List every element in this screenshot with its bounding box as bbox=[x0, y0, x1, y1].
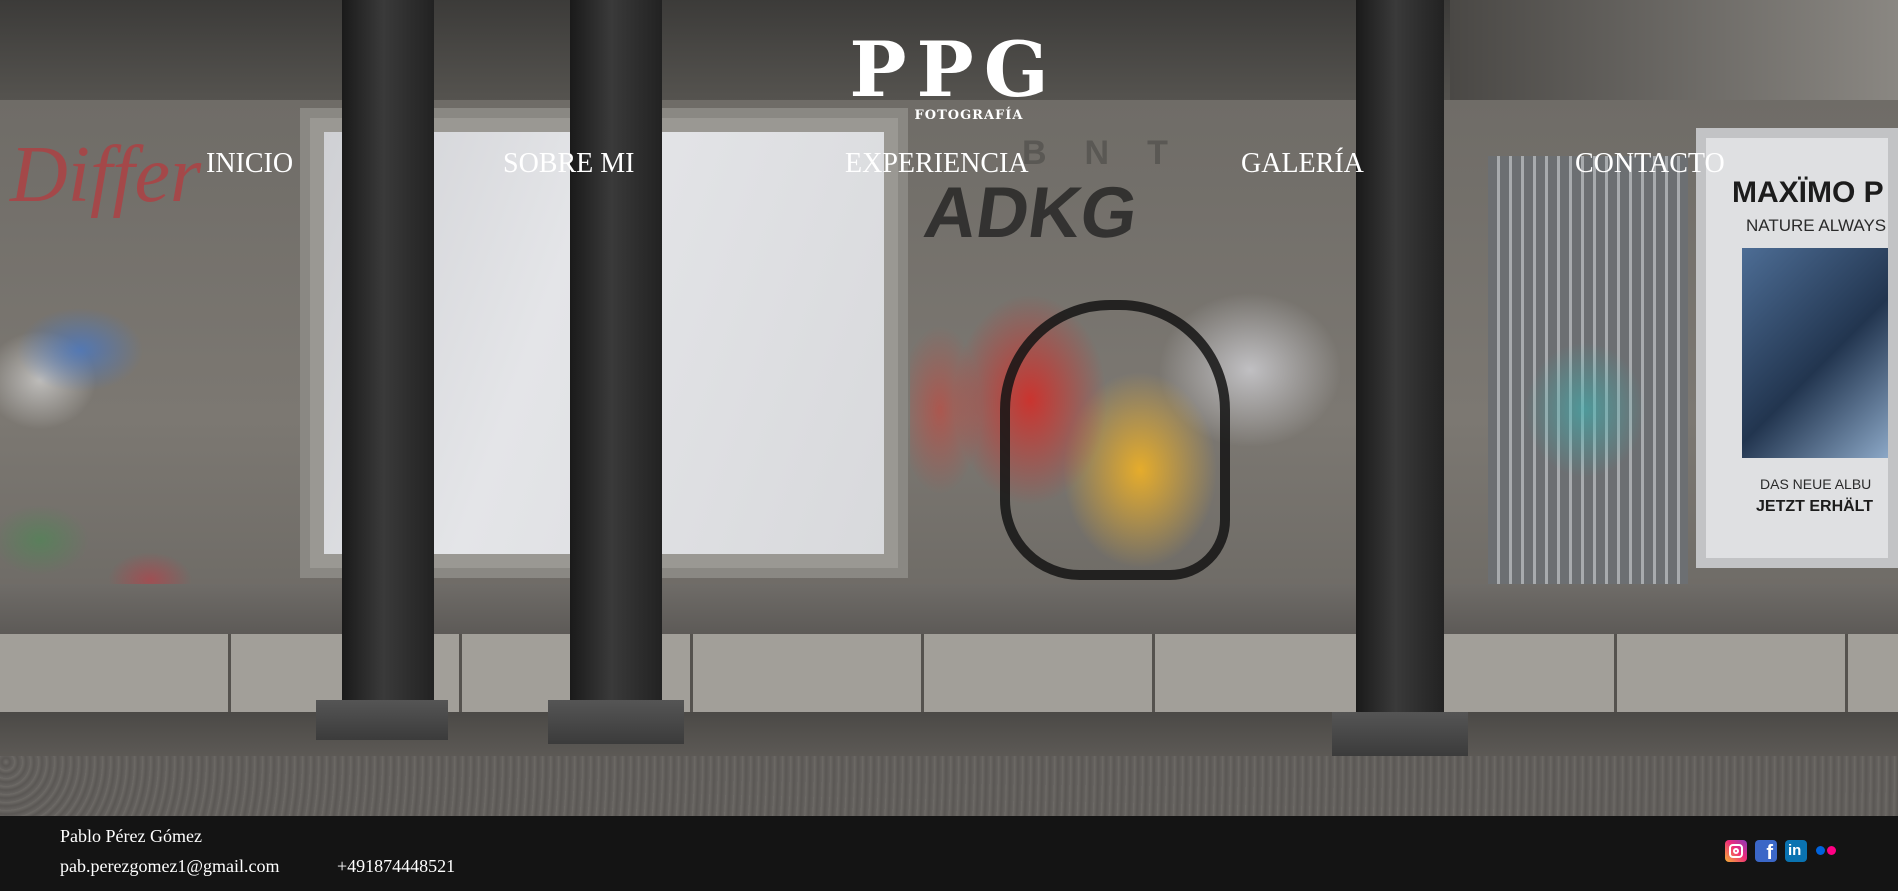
pillar-3 bbox=[1356, 0, 1444, 720]
poster-bold-line: JETZT ERHÄLT bbox=[1756, 498, 1874, 515]
poster-headline: MAXÏMO P bbox=[1732, 176, 1884, 209]
cobblestone-road bbox=[0, 756, 1898, 816]
pillar-3-base bbox=[1332, 712, 1468, 756]
instagram-icon[interactable] bbox=[1725, 840, 1747, 862]
linkedin-icon[interactable]: in bbox=[1785, 840, 1807, 862]
graffiti-face bbox=[1500, 320, 1670, 520]
logo-mark: PPG bbox=[849, 25, 1059, 114]
curb bbox=[0, 712, 1898, 758]
graffiti-mural-outline bbox=[1000, 300, 1230, 580]
graffiti-left bbox=[0, 240, 250, 600]
wall-letters: BNT bbox=[1022, 134, 1206, 172]
wall-baseboard bbox=[0, 584, 1898, 634]
footer-name: Pablo Pérez Gómez bbox=[60, 826, 202, 846]
pillar-1-base bbox=[316, 700, 448, 740]
facebook-icon[interactable]: f bbox=[1755, 840, 1777, 864]
sidewalk bbox=[0, 634, 1898, 718]
poster-tagline: NATURE ALWAYS bbox=[1746, 216, 1887, 235]
footer-phone-link[interactable]: +491874448521 bbox=[337, 856, 455, 877]
graffiti-tag-red: Differ bbox=[10, 131, 202, 219]
ppg-logo[interactable]: PPG FOTOGRAFÍA bbox=[834, 25, 1064, 124]
poster-small-line: DAS NEUE ALBU bbox=[1760, 476, 1872, 492]
footer-email-link[interactable]: pab.perezgomez1@gmail.com bbox=[60, 856, 280, 877]
site-footer: Pablo Pérez Gómez pab.perezgomez1@gmail.… bbox=[0, 816, 1898, 891]
nav-item-contacto[interactable]: CONTACTO bbox=[1575, 148, 1725, 180]
pillar-1 bbox=[342, 0, 434, 712]
nav-item-inicio[interactable]: INICIO bbox=[206, 148, 293, 180]
poster-artwork bbox=[1742, 248, 1888, 458]
ceiling-light-area bbox=[1450, 0, 1898, 110]
pillar-2-base bbox=[548, 700, 684, 744]
nav-item-sobre-mi[interactable]: SOBRE MI bbox=[503, 148, 634, 180]
music-poster: MAXÏMO P NATURE ALWAYS DAS NEUE ALBU JET… bbox=[1696, 128, 1898, 568]
nav-item-galeria[interactable]: GALERÍA bbox=[1241, 148, 1364, 180]
nav-item-experiencia[interactable]: EXPERIENCIA bbox=[845, 148, 1029, 180]
pillar-2 bbox=[570, 0, 662, 712]
graffiti-tag-dark: ADKG bbox=[919, 173, 1143, 253]
flickr-icon[interactable] bbox=[1815, 840, 1837, 862]
